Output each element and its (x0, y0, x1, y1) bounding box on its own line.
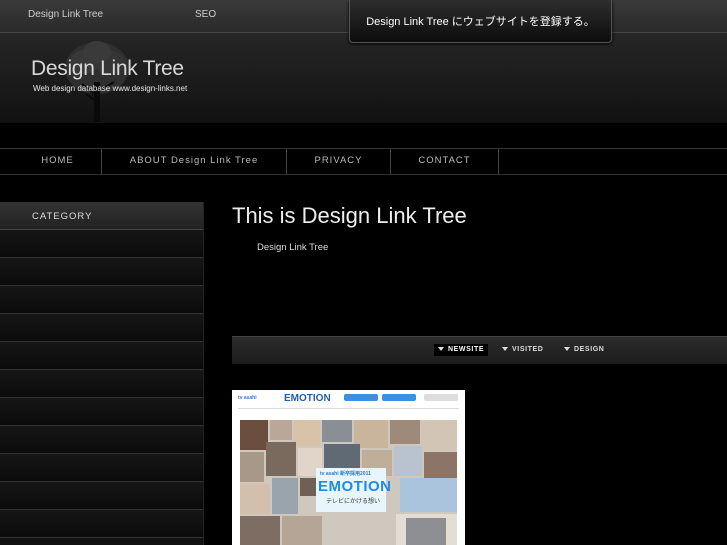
photo (406, 518, 446, 545)
emotion-tagline: テレビにかける想い (326, 499, 381, 505)
photo (390, 420, 420, 444)
photo (422, 420, 457, 450)
category-item[interactable] (0, 230, 203, 258)
logo-subtitle: Web design database www.design-links.net (33, 84, 188, 93)
thumbnail-header: tv asahi EMOTION (232, 390, 465, 414)
tab-visited[interactable]: VISITED (498, 344, 547, 356)
thumbnail-grey-button (424, 394, 458, 401)
register-site-label: Design Link Tree にウェブサイトを登録する。 (366, 16, 595, 28)
photo (294, 420, 320, 446)
category-item[interactable] (0, 398, 203, 426)
thumbnail-emotion-logo: EMOTION (284, 393, 331, 404)
site-thumbnail[interactable]: tv asahi EMOTION tv asahi 新卒採用2011 EMOTI… (232, 390, 465, 545)
tab-visited-label: VISITED (512, 346, 544, 353)
tab-design-label: DESIGN (574, 346, 605, 353)
category-heading-label: CATEGORY (32, 211, 93, 222)
photo (240, 452, 264, 482)
page-subtitle: Design Link Tree (257, 242, 329, 253)
thumbnail-menu (238, 408, 459, 415)
category-item[interactable] (0, 286, 203, 314)
category-item[interactable] (0, 510, 203, 538)
nav-about[interactable]: ABOUT Design Link Tree (102, 149, 287, 174)
logo-title[interactable]: Design Link Tree (31, 57, 184, 81)
triangle-down-icon (502, 347, 508, 352)
category-heading: CATEGORY (0, 202, 203, 230)
photo (266, 442, 296, 476)
photo (322, 420, 352, 442)
category-item[interactable] (0, 314, 203, 342)
page-title: This is Design Link Tree (232, 203, 467, 228)
triangle-down-icon (438, 347, 444, 352)
triangle-down-icon (564, 347, 570, 352)
photo (282, 516, 322, 545)
category-sidebar: CATEGORY (0, 202, 204, 545)
tab-newsite-label: NEWSITE (448, 346, 485, 353)
photo (424, 452, 457, 478)
category-item[interactable] (0, 454, 203, 482)
photo (240, 484, 270, 514)
photo (394, 446, 422, 476)
category-item[interactable] (0, 370, 203, 398)
category-item[interactable] (0, 482, 203, 510)
thumbnail-brand: tv asahi (238, 395, 257, 401)
category-item[interactable] (0, 342, 203, 370)
emotion-brand: tv asahi 新卒採用2011 (320, 471, 371, 477)
thumbnail-blue-button (382, 394, 416, 401)
photo (240, 516, 280, 545)
nav-home[interactable]: HOME (14, 149, 102, 174)
photo (272, 478, 298, 514)
tab-design[interactable]: DESIGN (560, 344, 608, 356)
register-site-button[interactable]: Design Link Tree にウェブサイトを登録する。 (349, 0, 612, 43)
tab-newsite[interactable]: NEWSITE (434, 344, 489, 356)
emotion-title: EMOTION (318, 478, 392, 495)
thumbnail-blue-button (344, 394, 378, 401)
filter-tab-bar: NEWSITE VISITED DESIGN (232, 336, 727, 364)
top-link-seo[interactable]: SEO (195, 9, 216, 20)
top-link-design-link-tree[interactable]: Design Link Tree (28, 9, 103, 20)
category-item[interactable] (0, 258, 203, 286)
photo (270, 420, 292, 440)
nav-privacy[interactable]: PRIVACY (287, 149, 391, 174)
main-nav: HOME ABOUT Design Link Tree PRIVACY CONT… (0, 148, 727, 175)
photo (240, 420, 268, 450)
photo (400, 478, 457, 512)
category-item[interactable] (0, 426, 203, 454)
nav-contact[interactable]: CONTACT (391, 149, 499, 174)
